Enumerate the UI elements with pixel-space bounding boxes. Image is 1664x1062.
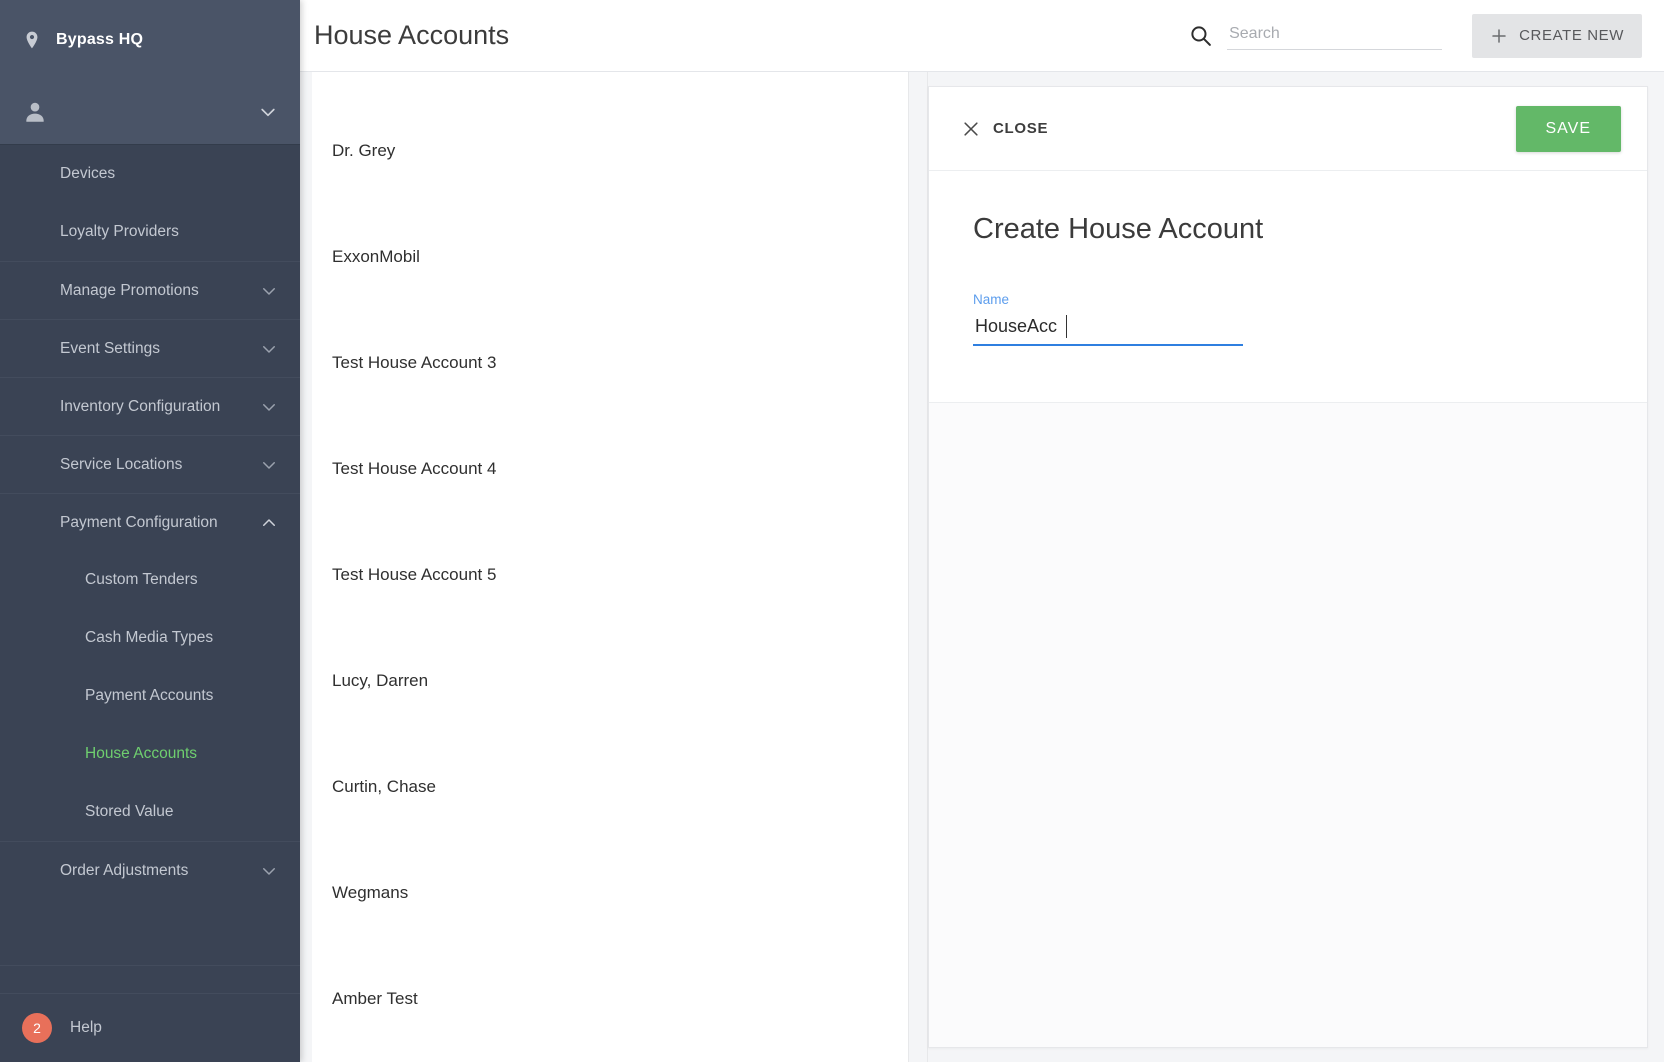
sidebar-footer: 2 Help (0, 965, 300, 1062)
sidebar-item-label: Manage Promotions (60, 282, 199, 300)
list-item[interactable]: Curtin, Chase (312, 734, 908, 840)
sidebar-top-section: Bypass HQ (0, 0, 300, 144)
panel-body: Create House Account Name (929, 171, 1647, 403)
page-title: House Accounts (314, 20, 509, 51)
sidebar-item-custom-tenders[interactable]: Custom Tenders (0, 551, 300, 609)
sidebar-item-label: Loyalty Providers (60, 223, 179, 241)
sidebar-item-label: Stored Value (85, 803, 173, 821)
person-icon (22, 99, 48, 125)
brand-name: Bypass HQ (56, 31, 143, 49)
house-accounts-list: Dr. Grey ExxonMobil Test House Account 3… (300, 72, 908, 1062)
list-item-label: ExxonMobil (332, 247, 420, 267)
sidebar-item-cash-media-types[interactable]: Cash Media Types (0, 609, 300, 667)
list-item-label: Test House Account 3 (332, 353, 496, 373)
list-item-label: Lucy, Darren (332, 671, 428, 691)
brand-header[interactable]: Bypass HQ (0, 0, 300, 80)
list-item-label: Dr. Grey (332, 141, 395, 161)
list-item[interactable]: Test House Account 5 (312, 522, 908, 628)
sidebar-item-loyalty-providers[interactable]: Loyalty Providers (0, 203, 300, 261)
list-item[interactable]: Wegmans (312, 840, 908, 946)
search-input[interactable] (1227, 22, 1442, 50)
sidebar-menu: Devices Loyalty Providers Manage Promoti… (0, 144, 300, 965)
panel-header: CLOSE SAVE (929, 87, 1647, 171)
plus-icon (1490, 27, 1508, 45)
top-bar: House Accounts CREATE NEW (300, 0, 1664, 72)
list-item[interactable]: Amber Test (312, 946, 908, 1052)
help-badge: 2 (22, 1013, 52, 1043)
column-divider (908, 72, 928, 1062)
sidebar-item-payment-configuration[interactable]: Payment Configuration (0, 493, 300, 551)
chevron-down-icon (260, 282, 278, 300)
sidebar-item-label: Service Locations (60, 456, 182, 474)
sidebar-item-help[interactable]: 2 Help (0, 994, 300, 1062)
chevron-down-icon (260, 456, 278, 474)
location-pin-icon (22, 30, 42, 50)
list-item[interactable]: Test House Account 3 (312, 310, 908, 416)
list-item-label: Test House Account 5 (332, 565, 496, 585)
close-button[interactable]: CLOSE (961, 119, 1048, 139)
sidebar-item-label: House Accounts (85, 745, 197, 763)
chevron-down-icon (260, 862, 278, 880)
create-house-account-panel: CLOSE SAVE Create House Account Name (928, 86, 1648, 1048)
name-field-label: Name (973, 292, 1243, 307)
sidebar: Bypass HQ Devices (0, 0, 300, 1062)
content-area: Dr. Grey ExxonMobil Test House Account 3… (300, 72, 1664, 1062)
search-box (1188, 22, 1442, 50)
detail-column: CLOSE SAVE Create House Account Name (928, 72, 1664, 1062)
chevron-up-icon (260, 514, 278, 532)
form-title: Create House Account (973, 213, 1603, 246)
sidebar-item-manage-promotions[interactable]: Manage Promotions (0, 261, 300, 319)
sidebar-item-label: Order Adjustments (60, 862, 188, 880)
sidebar-item-event-settings[interactable]: Event Settings (0, 319, 300, 377)
list-item[interactable]: Lucy, Darren (312, 628, 908, 734)
sidebar-item-label: Devices (60, 165, 115, 183)
sidebar-item-payment-accounts[interactable]: Payment Accounts (0, 667, 300, 725)
list-item[interactable]: Test House Account 4 (312, 416, 908, 522)
save-button[interactable]: SAVE (1516, 106, 1622, 152)
sidebar-item-label: Payment Accounts (85, 687, 213, 705)
list-item-label: Curtin, Chase (332, 777, 436, 797)
search-icon[interactable] (1188, 23, 1213, 48)
list-item[interactable]: Dr. Grey (312, 98, 908, 204)
list-item-label: Test House Account 4 (332, 459, 496, 479)
sidebar-item-label: Event Settings (60, 340, 160, 358)
sidebar-footer-spacer (0, 966, 300, 994)
list-item-label: Wegmans (332, 883, 408, 903)
close-x-icon (961, 119, 981, 139)
list-inner: Dr. Grey ExxonMobil Test House Account 3… (312, 72, 908, 1052)
chevron-down-icon (258, 102, 278, 122)
main-area: House Accounts CREATE NEW (300, 0, 1664, 1062)
chevron-down-icon (260, 340, 278, 358)
text-cursor (1066, 315, 1067, 338)
chevron-down-icon (260, 398, 278, 416)
sidebar-item-inventory-configuration[interactable]: Inventory Configuration (0, 377, 300, 435)
sidebar-item-label: Custom Tenders (85, 571, 198, 589)
name-field-group: Name (973, 292, 1243, 346)
sidebar-item-service-locations[interactable]: Service Locations (0, 435, 300, 493)
create-new-label: CREATE NEW (1519, 27, 1624, 44)
sidebar-item-house-accounts[interactable]: House Accounts (0, 725, 300, 783)
sidebar-item-label: Cash Media Types (85, 629, 213, 647)
sidebar-item-label: Inventory Configuration (60, 398, 220, 416)
name-input[interactable] (973, 314, 1243, 346)
sidebar-item-stored-value[interactable]: Stored Value (0, 783, 300, 841)
panel-empty-section (929, 403, 1647, 1047)
sidebar-item-label: Payment Configuration (60, 514, 218, 532)
create-new-button[interactable]: CREATE NEW (1472, 14, 1642, 58)
user-account-row[interactable] (0, 80, 300, 144)
sidebar-item-devices[interactable]: Devices (0, 145, 300, 203)
name-input-wrap (973, 314, 1243, 346)
sidebar-item-order-adjustments[interactable]: Order Adjustments (0, 841, 300, 899)
sidebar-item-label: Help (70, 1019, 102, 1037)
list-item[interactable]: ExxonMobil (312, 204, 908, 310)
list-item-label: Amber Test (332, 989, 418, 1009)
app-root: Bypass HQ Devices (0, 0, 1664, 1062)
close-label: CLOSE (993, 120, 1048, 137)
